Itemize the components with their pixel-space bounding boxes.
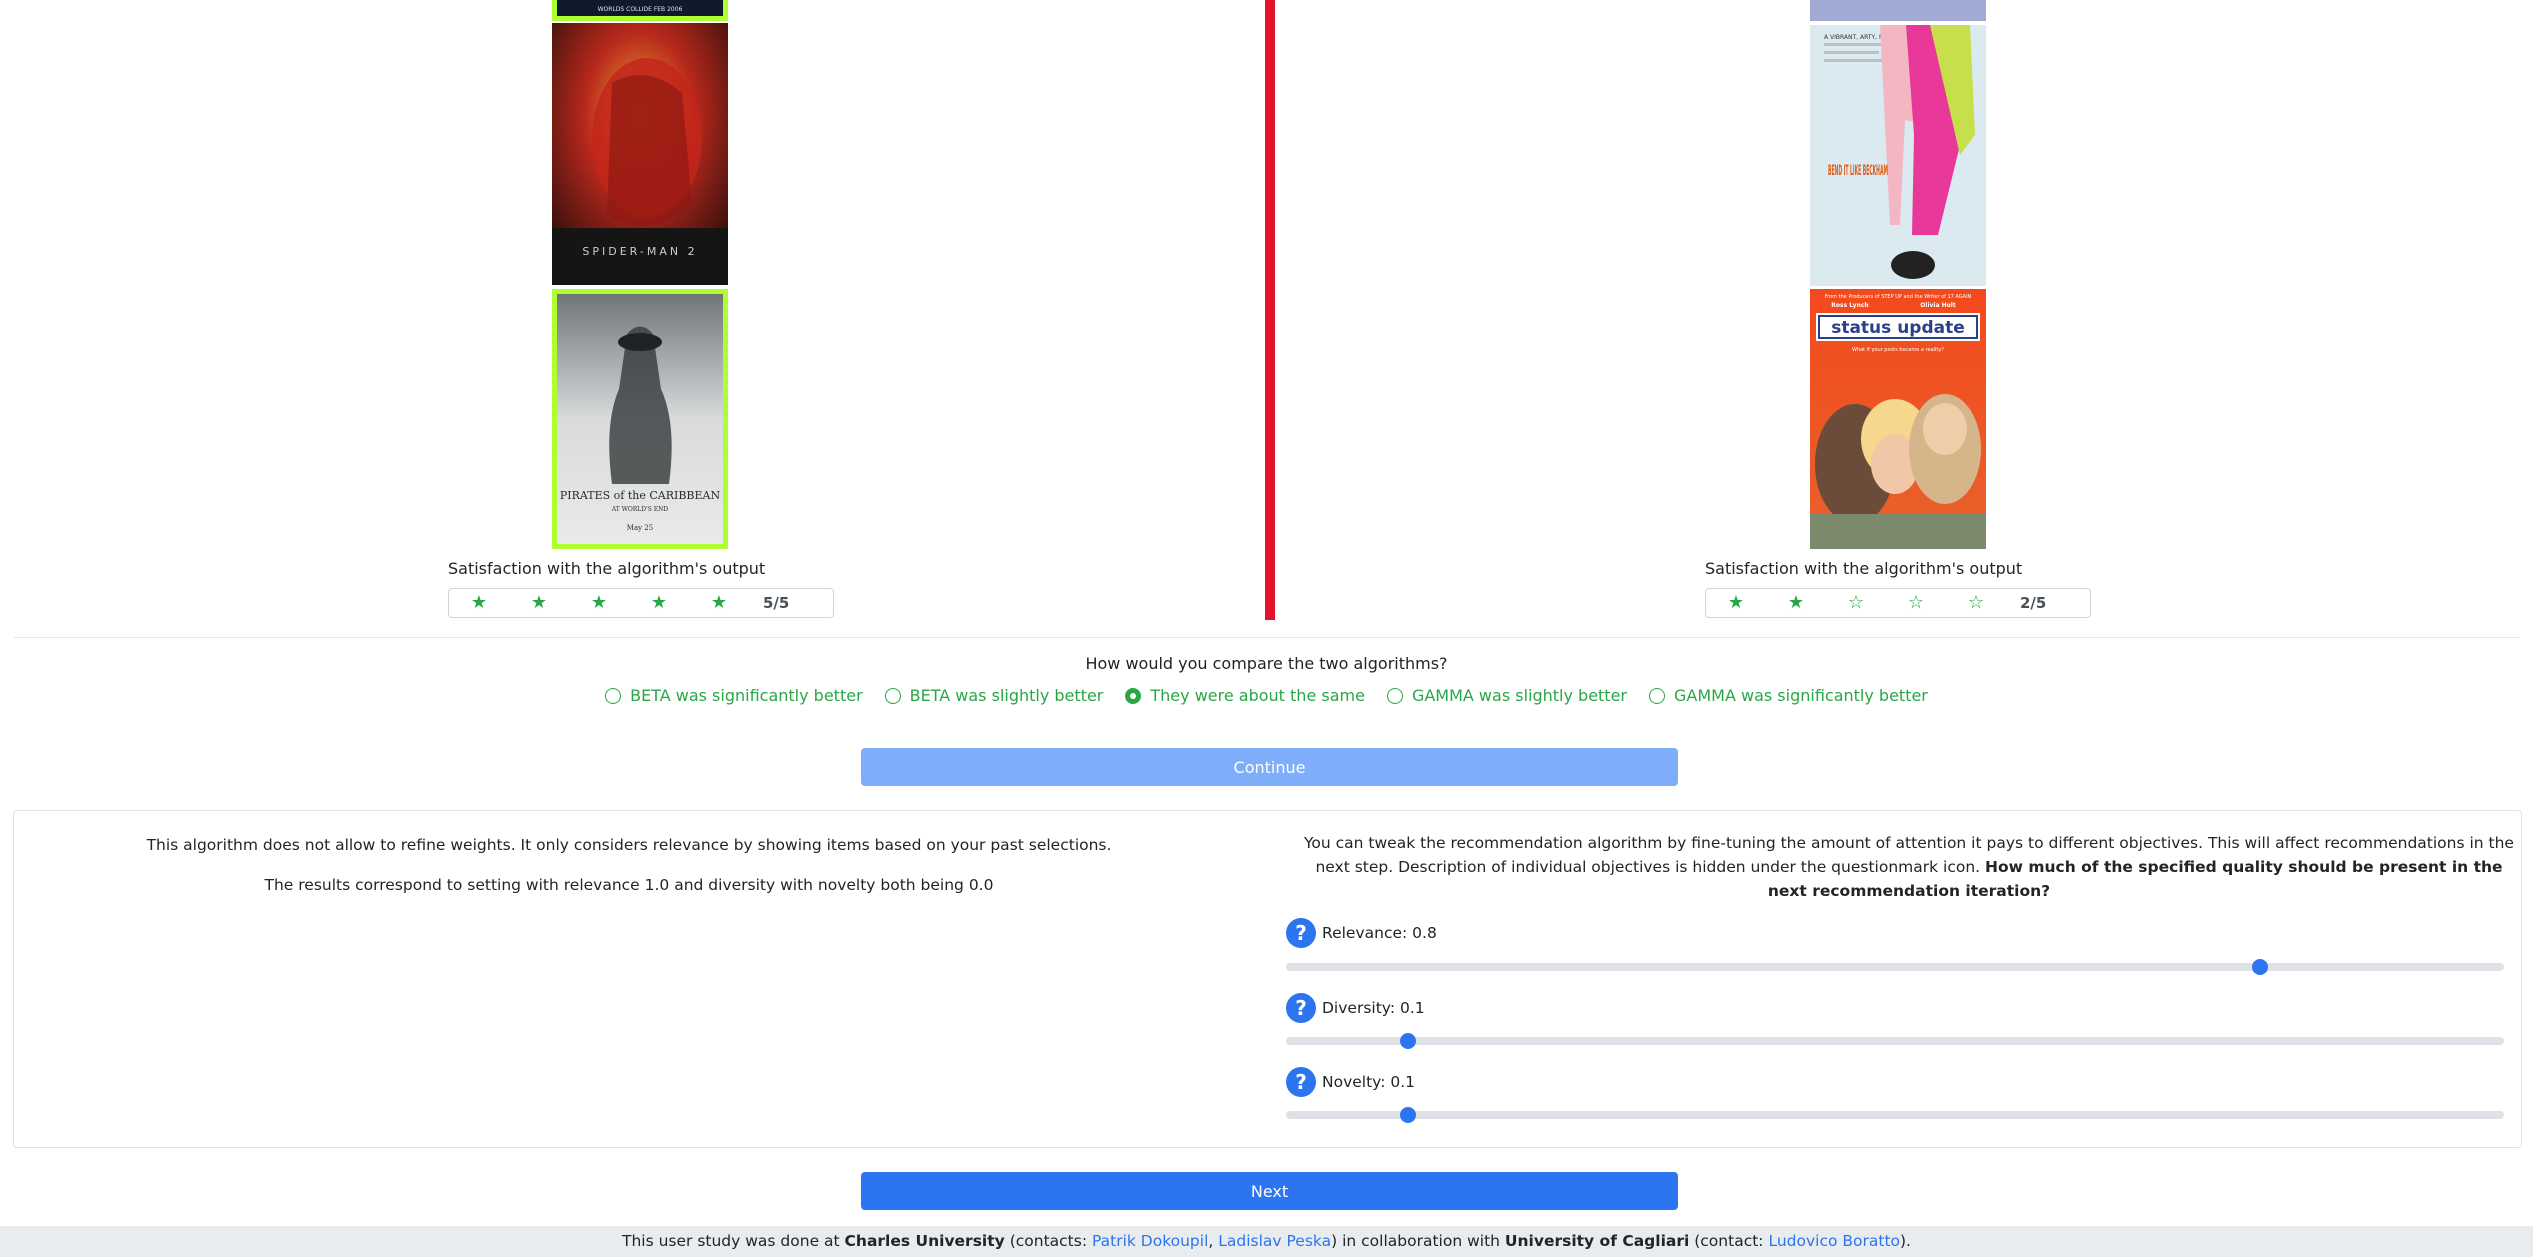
right-rating-widget[interactable]: ★ ★ ☆ ☆ ☆ 2/5 [1705, 588, 2091, 618]
section-divider [14, 637, 2520, 638]
footer-text-5: ). [1900, 1232, 1911, 1250]
diversity-slider-thumb[interactable] [1399, 1033, 1416, 1049]
right-rating-star-4[interactable]: ☆ [1886, 589, 1946, 617]
poster-pirates-title: PIRATES of the CARIBBEAN [560, 489, 721, 502]
footer: This user study was done at Charles Univ… [0, 1226, 2533, 1257]
left-panel-line2: The results correspond to setting with r… [264, 876, 994, 894]
left-rating-star-2[interactable]: ★ [509, 589, 569, 617]
footer-text-3: ) in collaboration with [1331, 1232, 1505, 1250]
compare-options: BETA was significantly better BETA was sl… [0, 686, 2533, 705]
left-panel-line1: This algorithm does not allow to refine … [146, 836, 1112, 854]
compare-option-3[interactable]: They were about the same [1125, 686, 1365, 705]
next-button[interactable]: Next [861, 1172, 1678, 1210]
column-divider [1265, 0, 1275, 620]
footer-sep: , [1208, 1232, 1219, 1250]
novelty-slider-thumb[interactable] [1399, 1107, 1416, 1123]
poster-pirates-subtitle: AT WORLD'S END [611, 506, 669, 513]
diversity-label-text: Diversity: 0.1 [1322, 999, 1425, 1017]
right-rating-score: 2/5 [2020, 594, 2047, 612]
poster-top-left-text: WORLDS COLLIDE FEB 2006 [598, 6, 683, 13]
compare-radio-5[interactable] [1649, 687, 1665, 704]
compare-option-label-5: GAMMA was significantly better [1674, 686, 1928, 705]
poster-pirates[interactable]: PIRATES of the CARIBBEAN AT WORLD'S END … [552, 289, 728, 549]
relevance-slider-label: ? Relevance: 0.8 [1286, 918, 1437, 948]
compare-radio-3[interactable] [1125, 687, 1142, 704]
footer-contact-ladislav[interactable]: Ladislav Peska [1218, 1232, 1331, 1250]
compare-option-label-3: They were about the same [1150, 686, 1365, 705]
poster-top-right[interactable] [1810, 0, 1986, 21]
relevance-help-icon[interactable]: ? [1286, 918, 1316, 948]
compare-option-label-4: GAMMA was slightly better [1411, 686, 1627, 705]
poster-status-sub: What if your posts became a reality? [1852, 347, 1944, 353]
left-rating-star-3[interactable]: ★ [569, 589, 629, 617]
poster-spider-man[interactable]: SPIDER-MAN 2 [552, 23, 728, 285]
continue-button[interactable]: Continue [861, 748, 1678, 786]
poster-status-actor1: Ross Lynch [1831, 302, 1868, 309]
left-rating-widget[interactable]: ★ ★ ★ ★ ★ 5/5 [448, 588, 834, 618]
footer-text-1: This user study was done at [622, 1232, 845, 1250]
compare-option-label-2: BETA was slightly better [909, 686, 1104, 705]
right-rating-star-5[interactable]: ☆ [1946, 589, 2006, 617]
compare-option-label-1: BETA was significantly better [630, 686, 863, 705]
compare-radio-1[interactable] [605, 687, 622, 704]
footer-text-2: (contacts: [1004, 1232, 1092, 1250]
diversity-slider[interactable] [1286, 1033, 2504, 1049]
relevance-slider[interactable] [1286, 959, 2504, 975]
poster-bend-it[interactable]: A VIBRANT, ARTY, FEEL-GOOD COMEDY BEND I… [1810, 25, 1986, 286]
left-satisfaction-label: Satisfaction with the algorithm's output [448, 559, 766, 578]
left-rating-star-4[interactable]: ★ [629, 589, 689, 617]
right-panel-description: You can tweak the recommendation algorit… [1304, 831, 2514, 903]
poster-status-actor2: Olivia Holt [1920, 302, 1956, 309]
novelty-label-text: Novelty: 0.1 [1322, 1073, 1416, 1091]
right-rating-star-3[interactable]: ☆ [1826, 589, 1886, 617]
right-rating-star-2[interactable]: ★ [1766, 589, 1826, 617]
novelty-slider[interactable] [1286, 1107, 2504, 1123]
footer-univ2: University of Cagliari [1504, 1232, 1690, 1250]
left-rating-score: 5/5 [763, 594, 790, 612]
compare-option-1[interactable]: BETA was significantly better [605, 686, 863, 705]
compare-radio-2[interactable] [884, 687, 901, 704]
compare-option-4[interactable]: GAMMA was slightly better [1386, 686, 1627, 705]
compare-question: How would you compare the two algorithms… [1085, 654, 1448, 673]
weights-panel: This algorithm does not allow to refine … [13, 810, 2522, 1148]
footer-contact-patrik[interactable]: Patrik Dokoupil [1092, 1232, 1208, 1250]
left-rating-star-1[interactable]: ★ [449, 589, 509, 617]
footer-contact-ludovico[interactable]: Ludovico Boratto [1768, 1232, 1900, 1250]
poster-spider-title: SPIDER-MAN 2 [582, 245, 697, 258]
poster-status-title: status update [1831, 318, 1965, 338]
novelty-help-icon[interactable]: ? [1286, 1067, 1316, 1097]
diversity-slider-label: ? Diversity: 0.1 [1286, 993, 1425, 1023]
poster-top-left[interactable]: WORLDS COLLIDE FEB 2006 [552, 0, 728, 21]
poster-bend-title: BEND IT LIKE BECKHAM [1828, 163, 1888, 179]
compare-radio-4[interactable] [1386, 687, 1403, 704]
poster-status-tagline: From the Producers of STEP UP and the Wr… [1825, 294, 1972, 300]
left-rating-star-5[interactable]: ★ [689, 589, 749, 617]
footer-univ1: Charles University [844, 1232, 1005, 1250]
right-satisfaction-label: Satisfaction with the algorithm's output [1705, 559, 2023, 578]
diversity-help-icon[interactable]: ? [1286, 993, 1316, 1023]
poster-pirates-date: May 25 [627, 524, 653, 532]
compare-option-5[interactable]: GAMMA was significantly better [1649, 686, 1928, 705]
right-rating-star-1[interactable]: ★ [1706, 589, 1766, 617]
novelty-slider-label: ? Novelty: 0.1 [1286, 1067, 1415, 1097]
footer-text-4: (contact: [1689, 1232, 1769, 1250]
poster-status-update[interactable]: From the Producers of STEP UP and the Wr… [1810, 289, 1986, 549]
relevance-label-text: Relevance: 0.8 [1322, 924, 1437, 942]
compare-option-2[interactable]: BETA was slightly better [884, 686, 1104, 705]
